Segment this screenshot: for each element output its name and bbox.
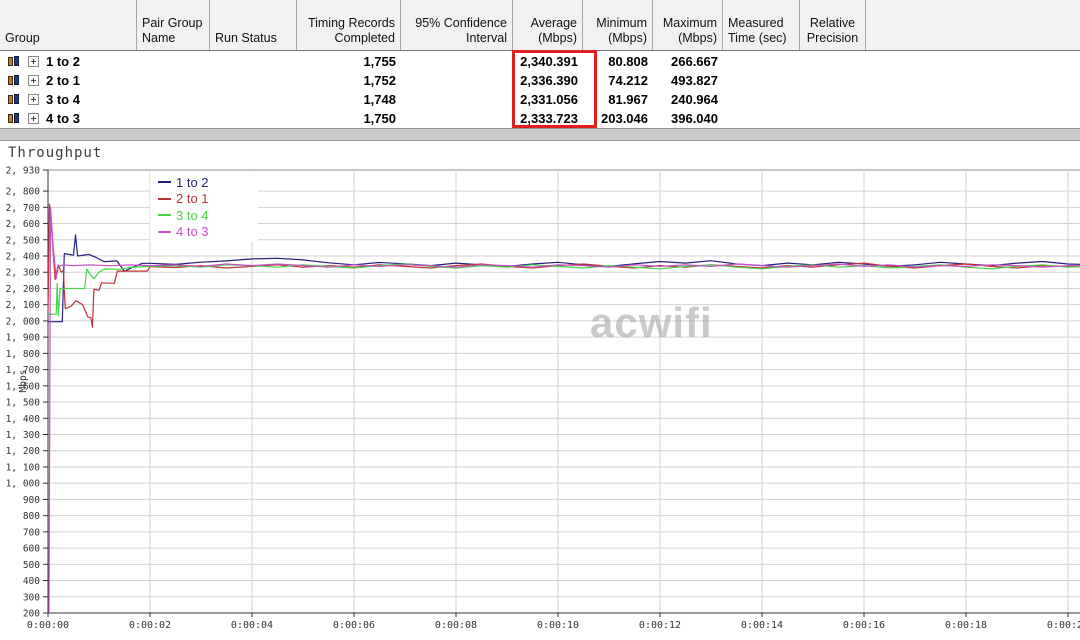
cell-max_mbps: 396.040 — [653, 111, 723, 126]
group-label: 3 to 4 — [46, 92, 80, 107]
y-tick-label: 600 — [23, 544, 40, 555]
x-tick-label: 0:00:04 — [231, 620, 273, 631]
pair-group-icon — [8, 113, 21, 124]
cell-max_mbps: 240.964 — [653, 92, 723, 107]
legend-line-swatch — [158, 231, 171, 233]
pair-group-icon — [8, 75, 21, 86]
legend-label: 1 to 2 — [176, 175, 209, 190]
pair-results-table: GroupPair Group NameRun StatusTiming Rec… — [0, 0, 1080, 128]
group-cell: 3 to 4 — [0, 92, 137, 107]
column-header-avg_mbps[interactable]: Average (Mbps) — [513, 0, 583, 50]
legend-item-2-to-1: 2 to 1 — [150, 191, 258, 208]
y-tick-label: 2, 200 — [6, 284, 41, 295]
x-tick-label: 0:00:06 — [333, 620, 375, 631]
cell-timing_records: 1,752 — [297, 73, 401, 88]
x-tick-label: 0:00:10 — [537, 620, 579, 631]
group-label: 2 to 1 — [46, 73, 80, 88]
legend-item-4-to-3: 4 to 3 — [150, 224, 258, 241]
expand-plus-icon[interactable] — [28, 113, 39, 124]
x-tick-label: 0:00:08 — [435, 620, 477, 631]
legend-label: 2 to 1 — [176, 191, 209, 206]
y-tick-label: 2, 930 — [6, 166, 41, 177]
group-cell: 4 to 3 — [0, 111, 137, 126]
y-tick-label: 1, 300 — [6, 430, 41, 441]
y-tick-label: 2, 800 — [6, 187, 41, 198]
cell-max_mbps: 266.667 — [653, 54, 723, 69]
y-tick-label: 200 — [23, 609, 40, 620]
group-label: 1 to 2 — [46, 54, 80, 69]
y-tick-label: 2, 300 — [6, 268, 41, 279]
column-header-min_mbps[interactable]: Minimum (Mbps) — [583, 0, 653, 50]
y-tick-label: 1, 000 — [6, 479, 41, 490]
legend-item-3-to-4: 3 to 4 — [150, 207, 258, 224]
y-tick-label: 2, 500 — [6, 235, 41, 246]
legend-item-1-to-2: 1 to 2 — [150, 174, 258, 191]
legend-label: 3 to 4 — [176, 208, 209, 223]
column-header-measured_time[interactable]: Measured Time (sec) — [723, 0, 800, 50]
y-tick-label: 400 — [23, 576, 40, 587]
y-axis-title: Mbps — [18, 370, 29, 393]
y-tick-label: 800 — [23, 511, 40, 522]
column-header-pair_group_name[interactable]: Pair Group Name — [137, 0, 210, 50]
column-header-confidence_interval[interactable]: 95% Confidence Interval — [401, 0, 513, 50]
column-header-spacer[interactable] — [866, 0, 1075, 50]
pane-splitter[interactable] — [0, 128, 1080, 141]
expand-plus-icon[interactable] — [28, 94, 39, 105]
y-tick-label: 1, 500 — [6, 398, 41, 409]
column-header-max_mbps[interactable]: Maximum (Mbps) — [653, 0, 723, 50]
cell-timing_records: 1,755 — [297, 54, 401, 69]
x-tick-label: 0:00:12 — [639, 620, 681, 631]
y-tick-label: 500 — [23, 560, 40, 571]
y-tick-label: 900 — [23, 495, 40, 506]
column-header-relative_precision[interactable]: Relative Precision — [800, 0, 866, 50]
y-tick-label: 300 — [23, 592, 40, 603]
series-line-1-to-2 — [48, 235, 1080, 322]
group-label: 4 to 3 — [46, 111, 80, 126]
expand-plus-icon[interactable] — [28, 56, 39, 67]
cell-timing_records: 1,748 — [297, 92, 401, 107]
x-tick-label: 0:00:14 — [741, 620, 783, 631]
y-tick-label: 2, 700 — [6, 203, 41, 214]
column-header-timing_records[interactable]: Timing Records Completed — [297, 0, 401, 50]
y-tick-label: 2, 000 — [6, 316, 41, 327]
column-header-run_status[interactable]: Run Status — [210, 0, 297, 50]
y-tick-label: 2, 100 — [6, 300, 41, 311]
x-tick-label: 0:00:20 — [1047, 620, 1080, 631]
x-tick-label: 0:00:18 — [945, 620, 987, 631]
pair-group-icon — [8, 94, 21, 105]
legend-line-swatch — [158, 198, 171, 200]
y-tick-label: 1, 100 — [6, 462, 41, 473]
group-cell: 2 to 1 — [0, 73, 137, 88]
table-header-row: GroupPair Group NameRun StatusTiming Rec… — [0, 0, 1080, 51]
y-tick-label: 1, 800 — [6, 349, 41, 360]
y-tick-label: 1, 400 — [6, 414, 41, 425]
cell-max_mbps: 493.827 — [653, 73, 723, 88]
x-tick-label: 0:00:00 — [27, 620, 69, 631]
group-cell: 1 to 2 — [0, 54, 137, 69]
y-tick-label: 2, 400 — [6, 252, 41, 263]
watermark: acwifi — [590, 299, 713, 347]
y-tick-label: 1, 200 — [6, 446, 41, 457]
legend-label: 4 to 3 — [176, 224, 209, 239]
chart-legend: 1 to 22 to 1 3 to 44 to 3 — [150, 172, 258, 242]
cell-timing_records: 1,750 — [297, 111, 401, 126]
legend-line-swatch — [158, 214, 171, 216]
y-tick-label: 1, 900 — [6, 333, 41, 344]
pair-group-icon — [8, 56, 21, 67]
x-tick-label: 0:00:16 — [843, 620, 885, 631]
series-line-4-to-3 — [49, 207, 1080, 612]
x-tick-label: 0:00:02 — [129, 620, 171, 631]
throughput-chart-pane: Throughput 2, 930 2, 800 2, 700 2, 600 2, 50… — [0, 141, 1080, 635]
legend-line-swatch — [158, 181, 171, 183]
y-tick-label: 2, 600 — [6, 219, 41, 230]
chart-title: Throughput — [8, 145, 102, 161]
y-tick-label: 700 — [23, 527, 40, 538]
column-header-group[interactable]: Group — [0, 0, 137, 50]
average-column-highlight — [512, 50, 597, 128]
expand-plus-icon[interactable] — [28, 75, 39, 86]
